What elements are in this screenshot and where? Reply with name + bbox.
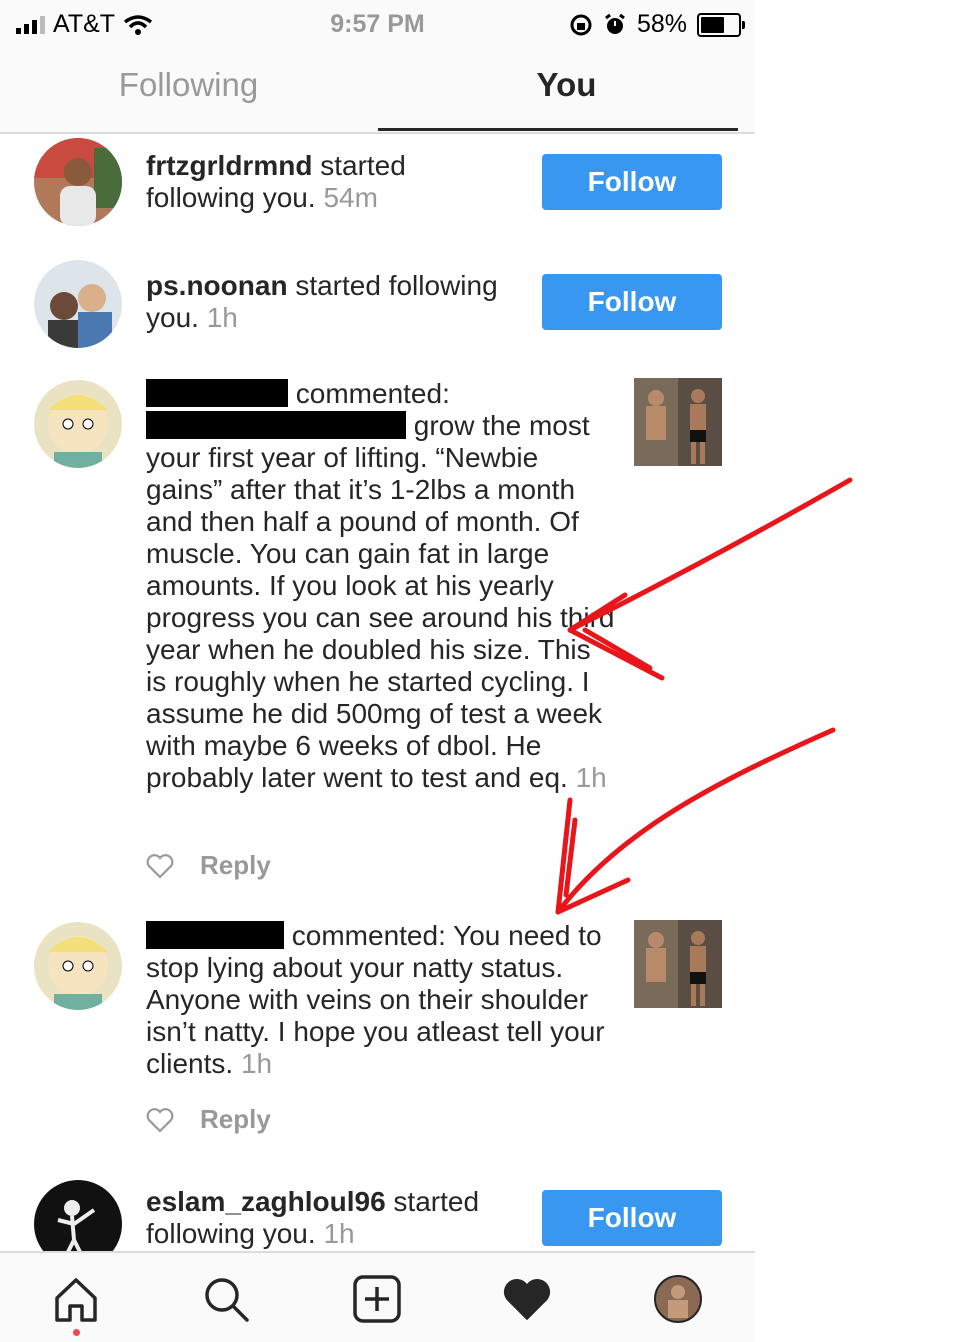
redacted-username bbox=[146, 921, 284, 949]
username[interactable]: eslam_zaghloul96 bbox=[146, 1186, 386, 1217]
notification-time: 1h bbox=[323, 1218, 355, 1249]
notification-time: 1h bbox=[575, 762, 607, 793]
notification-follow: eslam_zaghloul96 started following you. … bbox=[0, 1174, 755, 1251]
like-heart-icon[interactable] bbox=[146, 1107, 174, 1133]
battery-icon bbox=[697, 12, 745, 37]
notification-comment: commented: grow the most your first year… bbox=[0, 374, 755, 914]
notification-follow: frtzgrldrmnd started following you. 54m … bbox=[0, 134, 755, 254]
notification-time: 54m bbox=[323, 182, 378, 213]
avatar[interactable] bbox=[34, 138, 122, 226]
notification-follow: ps.noonan started following you. 1h Foll… bbox=[0, 254, 755, 374]
tab-following[interactable]: Following bbox=[0, 66, 377, 104]
rotation-lock-icon bbox=[570, 14, 592, 35]
comment-actions: Reply bbox=[146, 850, 271, 881]
notification-comment: commented: You need to stop lying about … bbox=[0, 916, 755, 1172]
status-bar: AT&T 9:57 PM 58% bbox=[0, 0, 755, 48]
notifications-feed: frtzgrldrmnd started following you. 54m … bbox=[0, 134, 755, 1251]
notification-text: ps.noonan started following you. 1h bbox=[146, 270, 526, 334]
notification-text: eslam_zaghloul96 started following you. … bbox=[146, 1186, 526, 1250]
username[interactable]: ps.noonan bbox=[146, 270, 288, 301]
notification-text: frtzgrldrmnd started following you. 54m bbox=[146, 150, 446, 214]
notification-time: 1h bbox=[206, 302, 238, 333]
home-icon[interactable] bbox=[48, 1271, 104, 1327]
alarm-icon bbox=[605, 13, 625, 34]
phone-screen: AT&T 9:57 PM 58% Following You frtzgrldr… bbox=[0, 0, 755, 1342]
post-thumbnail[interactable] bbox=[634, 378, 722, 466]
avatar[interactable] bbox=[34, 922, 122, 1010]
comment-action: commented: bbox=[295, 378, 450, 409]
profile-avatar[interactable] bbox=[650, 1271, 706, 1327]
activity-heart-icon[interactable] bbox=[499, 1271, 555, 1327]
comment-text: commented: You need to stop lying about … bbox=[146, 920, 606, 1080]
activity-tabs: Following You bbox=[0, 48, 755, 134]
reply-button[interactable]: Reply bbox=[200, 1104, 271, 1135]
follow-button[interactable]: Follow bbox=[542, 1190, 722, 1246]
avatar[interactable] bbox=[34, 260, 122, 348]
avatar[interactable] bbox=[34, 380, 122, 468]
reply-button[interactable]: Reply bbox=[200, 850, 271, 881]
notification-time: 1h bbox=[240, 1048, 273, 1079]
like-heart-icon[interactable] bbox=[146, 853, 174, 879]
active-tab-indicator bbox=[378, 128, 738, 131]
follow-button[interactable]: Follow bbox=[542, 274, 722, 330]
comment-line2: grow the most bbox=[406, 410, 590, 441]
tab-you[interactable]: You bbox=[378, 66, 755, 104]
username[interactable]: frtzgrldrmnd bbox=[146, 150, 312, 181]
bottom-nav bbox=[0, 1251, 755, 1342]
follow-button[interactable]: Follow bbox=[542, 154, 722, 210]
search-icon[interactable] bbox=[198, 1271, 254, 1327]
comment-body: your first year of lifting. “Newbie gain… bbox=[146, 442, 615, 793]
avatar[interactable] bbox=[34, 1180, 122, 1251]
redacted-username bbox=[146, 379, 288, 407]
post-thumbnail[interactable] bbox=[634, 920, 722, 1008]
redacted-text bbox=[146, 411, 406, 439]
comment-text: commented: grow the most your first year… bbox=[146, 378, 616, 794]
notification-dot bbox=[73, 1329, 80, 1336]
add-post-icon[interactable] bbox=[349, 1271, 405, 1327]
comment-actions: Reply bbox=[146, 1104, 271, 1135]
battery-percent: 58% bbox=[636, 10, 687, 38]
status-right: 58% bbox=[569, 10, 745, 39]
